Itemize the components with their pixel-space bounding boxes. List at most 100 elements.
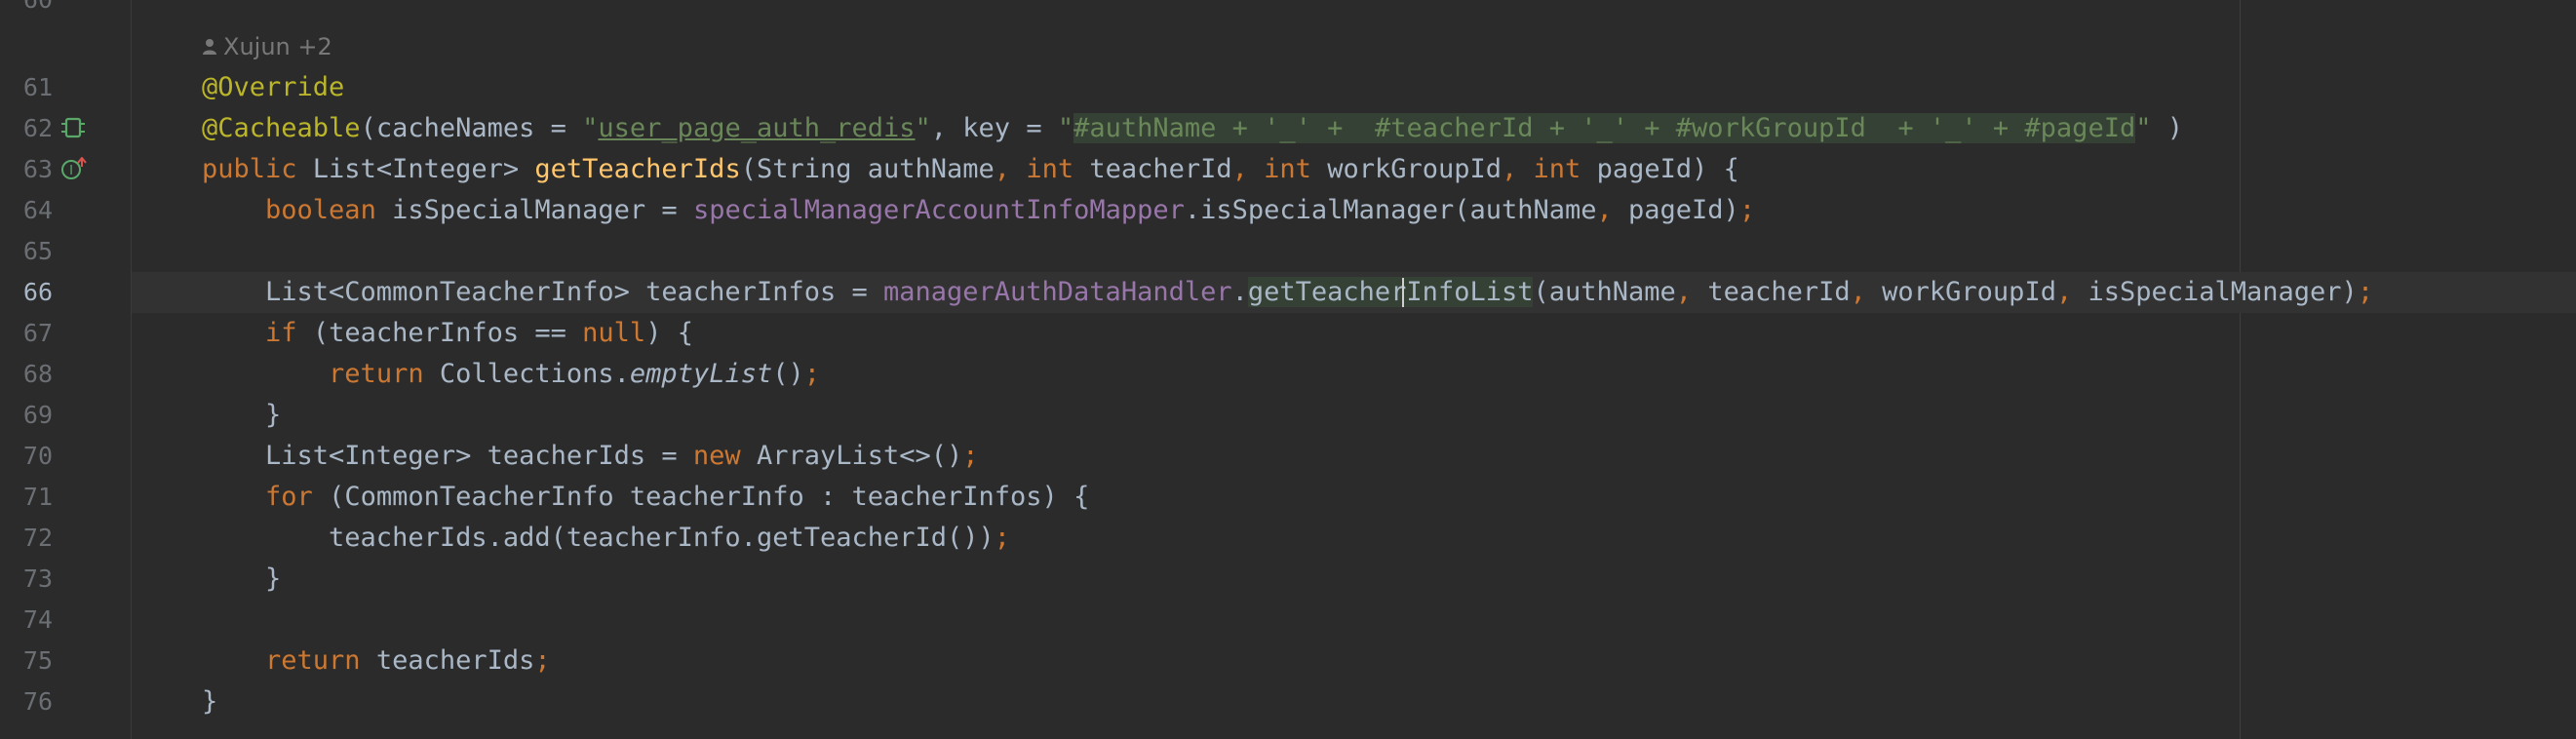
gutter-line-73[interactable]: 73 <box>0 559 131 600</box>
code-token: boolean <box>265 195 393 225</box>
implementing-method-icon[interactable]: I <box>60 156 88 180</box>
gutter-line-65[interactable]: 65 <box>0 231 131 272</box>
code-token: isSpecialManager = <box>392 195 693 225</box>
code-line-74[interactable] <box>132 600 2576 641</box>
code-token: pageId) { <box>1596 154 1739 184</box>
code-token: ArrayList<>() <box>756 441 963 471</box>
code-token: #authName + '_' + #teacherId + '_' + #wo… <box>1073 113 2136 143</box>
line-number: 74 <box>22 605 53 634</box>
code-token: user_page_auth_redis <box>598 113 916 143</box>
code-line-76[interactable]: } <box>132 681 2576 722</box>
text-caret <box>1402 278 1404 307</box>
code-token: return <box>329 359 440 389</box>
code-token: @Cacheable <box>202 113 361 143</box>
code-token: for <box>265 482 330 512</box>
line-number: 76 <box>22 687 53 716</box>
code-token: . <box>1231 277 1248 307</box>
code-token: , <box>1596 195 1629 225</box>
code-token: Collections. <box>439 359 630 389</box>
line-number: 67 <box>22 319 53 347</box>
gutter-line-64[interactable]: 64 <box>0 190 131 231</box>
code-token: if <box>265 318 313 348</box>
gutter-line-69[interactable]: 69 <box>0 395 131 436</box>
gutter-line-76[interactable]: 76 <box>0 681 131 722</box>
code-line-60[interactable] <box>132 0 2576 20</box>
code-line-67[interactable]: if (teacherInfos == null) { <box>132 313 2576 354</box>
code-line-69[interactable]: } <box>132 395 2576 436</box>
code-token: List<Integer> <box>312 154 535 184</box>
code-token: " <box>582 113 599 143</box>
code-text: return Collections.emptyList(); <box>202 354 820 395</box>
code-area[interactable]: @Override @Cacheable(cacheNames = "user_p… <box>132 0 2576 739</box>
code-text: } <box>202 681 217 722</box>
code-token: (cacheNames = <box>360 113 583 143</box>
code-line-72[interactable]: teacherIds.add(teacherInfo.getTeacherId(… <box>132 518 2576 559</box>
code-token: , <box>2055 277 2088 307</box>
line-number: 63 <box>22 155 53 183</box>
code-line-75[interactable]: return teacherIds; <box>132 641 2576 681</box>
code-token: ; <box>534 645 551 676</box>
code-line-63[interactable]: public List<Integer> getTeacherIds(Strin… <box>132 149 2576 190</box>
code-token: } <box>202 400 282 430</box>
code-token: " <box>2135 113 2152 143</box>
code-line-66[interactable]: List<CommonTeacherInfo> teacherInfos = m… <box>132 272 2576 313</box>
code-line-73[interactable]: } <box>132 559 2576 600</box>
code-token: ; <box>803 359 821 389</box>
code-token: getTeacherInfoList <box>1247 277 1534 307</box>
code-editor[interactable]: 6061626364656667686970717273747576I Xuju… <box>0 0 2576 739</box>
code-token: null <box>582 318 646 348</box>
line-number: 66 <box>22 278 53 306</box>
gutter-line-75[interactable]: 75 <box>0 641 131 681</box>
code-text: for (CommonTeacherInfo teacherInfo : tea… <box>202 477 1089 518</box>
cache-bean-icon[interactable] <box>60 116 88 139</box>
code-token: ) { <box>645 318 693 348</box>
code-token: (String authName <box>740 154 995 184</box>
code-line-68[interactable]: return Collections.emptyList(); <box>132 354 2576 395</box>
code-token: } <box>202 686 218 717</box>
code-token: } <box>202 564 282 594</box>
code-token: workGroupId <box>1882 277 2056 307</box>
code-token: workGroupId <box>1327 154 1503 184</box>
code-token: return <box>265 645 376 676</box>
code-line-71[interactable]: for (CommonTeacherInfo teacherInfo : tea… <box>132 477 2576 518</box>
gutter-line-74[interactable]: 74 <box>0 600 131 641</box>
gutter-line-66[interactable]: 66 <box>0 272 131 313</box>
code-token: emptyList <box>629 359 773 389</box>
code-text: public List<Integer> getTeacherIds(Strin… <box>202 149 1739 190</box>
line-number: 69 <box>22 401 53 429</box>
line-number: 75 <box>22 646 53 675</box>
code-token: public <box>202 154 313 184</box>
code-token: , key = <box>930 113 1058 143</box>
gutter-line-72[interactable]: 72 <box>0 518 131 559</box>
code-line-65[interactable] <box>132 231 2576 272</box>
code-token: .isSpecialManager(authName <box>1184 195 1597 225</box>
line-number: 72 <box>22 524 53 552</box>
line-number: 61 <box>22 73 53 101</box>
gutter-line-61[interactable]: 61 <box>0 67 131 108</box>
code-token: new <box>692 441 757 471</box>
code-line-62[interactable]: @Cacheable(cacheNames = "user_page_auth_… <box>132 108 2576 149</box>
code-line-70[interactable]: List<Integer> teacherIds = new ArrayList… <box>132 436 2576 477</box>
code-text: @Cacheable(cacheNames = "user_page_auth_… <box>202 108 2183 149</box>
editor-gutter[interactable]: 60 61 62 63 64 65 66 67 68 69 70 71 72 73 74 75 76 I <box>0 0 174 739</box>
line-number: 70 <box>22 442 53 470</box>
line-number: 62 <box>22 114 53 142</box>
code-text: if (teacherInfos == null) { <box>202 313 693 354</box>
code-line-64[interactable]: boolean isSpecialManager = specialManage… <box>132 190 2576 231</box>
code-text: @Override <box>202 67 344 108</box>
code-token: , <box>994 154 1027 184</box>
code-token: , <box>1850 277 1883 307</box>
code-token: (authName <box>1533 277 1676 307</box>
line-number: 73 <box>22 564 53 593</box>
gutter-line-68[interactable]: 68 <box>0 354 131 395</box>
gutter-line-71[interactable]: 71 <box>0 477 131 518</box>
gutter-line-60[interactable]: 60 <box>0 0 131 20</box>
gutter-line-67[interactable]: 67 <box>0 313 131 354</box>
code-token: teacherId <box>1707 277 1851 307</box>
code-token: () <box>772 359 804 389</box>
line-number: 68 <box>22 360 53 388</box>
code-token: pageId) <box>1628 195 1739 225</box>
code-line-61[interactable]: @Override <box>132 67 2576 108</box>
gutter-line-70[interactable]: 70 <box>0 436 131 477</box>
